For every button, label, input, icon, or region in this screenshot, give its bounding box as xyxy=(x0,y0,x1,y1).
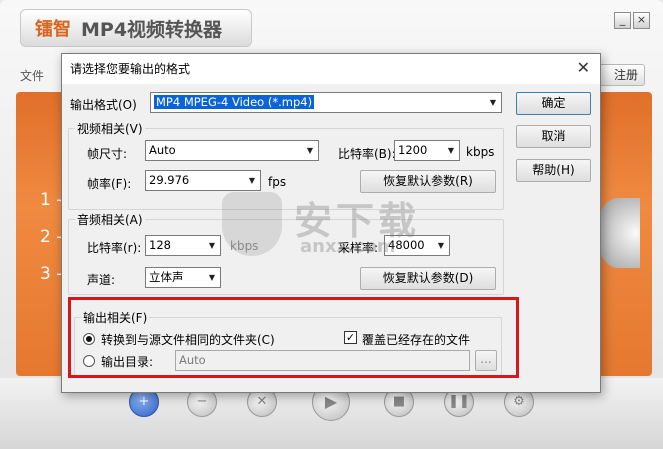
brand-name: 镭智 xyxy=(35,19,71,40)
chevron-down-icon: ▼ xyxy=(306,146,314,155)
frame-size-select[interactable]: Auto ▼ xyxy=(145,140,319,161)
disc-graphic xyxy=(596,198,640,268)
audio-bitrate-select[interactable]: 128 ▼ xyxy=(145,235,221,256)
ok-button[interactable]: 确定 xyxy=(516,92,591,115)
minus-icon: − xyxy=(196,394,208,409)
channel-label: 声道: xyxy=(87,273,116,287)
chevron-down-icon: ▼ xyxy=(437,241,445,250)
video-bitrate-select[interactable]: 1200 ▼ xyxy=(394,140,460,161)
video-bitrate-label: 比特率(B): xyxy=(338,147,396,161)
fps-unit: fps xyxy=(268,175,287,189)
minimize-button[interactable]: _ xyxy=(614,12,631,29)
pause-icon: ❚❚ xyxy=(448,394,470,409)
play-icon: ▶ xyxy=(324,392,338,411)
shield-icon xyxy=(222,192,282,256)
step-3-label: 3 - xyxy=(40,264,63,284)
channel-select[interactable]: 立体声 ▼ xyxy=(145,267,221,288)
format-value: MP4 MPEG-4 Video (*.mp4) xyxy=(154,95,315,109)
audio-bitrate-label: 比特率(r): xyxy=(87,241,142,255)
dialog-title-text: 请选择您要输出的格式 xyxy=(70,62,191,76)
dialog-close-icon[interactable]: ✕ xyxy=(577,59,590,77)
chevron-down-icon: ▼ xyxy=(248,176,256,185)
frame-size-value: Auto xyxy=(149,143,176,157)
stop-icon: ■ xyxy=(392,394,406,409)
step-2-label: 2 - xyxy=(40,227,63,247)
gear-icon: ⚙ xyxy=(513,394,525,409)
watermark: 安下载 anxz.com xyxy=(222,190,432,270)
app-title: MP4视频转换器 xyxy=(81,18,223,41)
channel-value: 立体声 xyxy=(149,270,184,284)
chevron-down-icon: ▼ xyxy=(208,273,216,282)
highlight-frame xyxy=(68,297,519,378)
video-bitrate-value: 1200 xyxy=(398,143,428,157)
cancel-button[interactable]: 取消 xyxy=(516,125,591,148)
menu-file[interactable]: 文件 xyxy=(20,67,44,84)
fps-value: 29.976 xyxy=(149,173,190,187)
audio-reset-button[interactable]: 恢复默认参数(D) xyxy=(360,267,496,290)
help-button[interactable]: 帮助(H) xyxy=(516,159,591,182)
video-bitrate-unit: kbps xyxy=(466,145,495,159)
plus-icon: + xyxy=(138,394,150,409)
watermark-domain: anxz.com xyxy=(300,236,396,257)
fps-select[interactable]: 29.976 ▼ xyxy=(145,170,261,191)
format-select[interactable]: MP4 MPEG-4 Video (*.mp4) ▼ xyxy=(150,92,502,113)
chevron-down-icon: ▼ xyxy=(489,98,497,107)
frame-size-label: 帧尺寸: xyxy=(87,147,128,161)
step-1-label: 1 - xyxy=(40,190,63,210)
chevron-down-icon: ▼ xyxy=(447,146,455,155)
format-label: 输出格式(O) xyxy=(70,98,137,112)
video-group-title: 视频相关(V) xyxy=(75,120,145,137)
close-button[interactable]: × xyxy=(633,12,650,29)
x-icon: ✕ xyxy=(256,394,268,409)
fps-label: 帧率(F): xyxy=(87,177,132,191)
app-logo: 镭智 MP4视频转换器 xyxy=(20,9,252,47)
audio-bitrate-value: 128 xyxy=(149,238,171,252)
dialog-title: 请选择您要输出的格式 ✕ xyxy=(62,54,600,84)
chevron-down-icon: ▼ xyxy=(208,241,216,250)
audio-group-title: 音频相关(A) xyxy=(75,211,145,228)
